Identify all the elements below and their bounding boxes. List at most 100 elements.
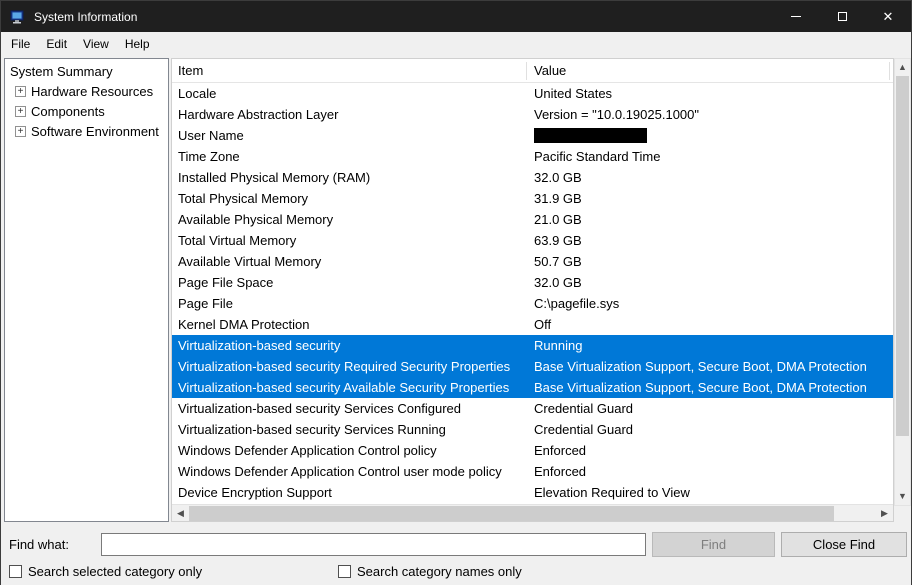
menu-file[interactable]: File [3,33,38,55]
tree-item-software-environment[interactable]: + Software Environment [5,121,168,141]
value-cell: 32.0 GB [534,167,891,188]
value-cell: Running [534,335,891,356]
tree-item-system-summary[interactable]: System Summary [5,62,168,81]
menu-view[interactable]: View [75,33,117,55]
search-selected-category-checkbox[interactable] [9,565,22,578]
window-controls: ✕ [773,1,911,32]
item-cell: Virtualization-based security Available … [178,377,526,398]
table-row[interactable]: Virtualization-based security Required S… [172,356,893,377]
item-cell: User Name [178,125,526,146]
window-title: System Information [34,10,137,24]
table-row[interactable]: Virtualization-based security Services C… [172,398,893,419]
find-input[interactable] [101,533,646,556]
table-row[interactable]: Page File Space 32.0 GB [172,272,893,293]
value-cell [534,125,891,146]
item-cell: Total Virtual Memory [178,230,526,251]
column-header-item[interactable]: Item [178,59,203,83]
item-cell: Hardware Abstraction Layer [178,104,526,125]
tree-children: +Hardware Resources+Components+Software … [5,81,168,141]
scroll-right-icon[interactable]: ▶ [876,505,893,522]
system-information-window: System Information ✕ FileEditViewHelp Sy… [0,0,912,585]
find-button[interactable]: Find [652,532,775,557]
column-divider[interactable] [526,62,527,80]
value-cell: Credential Guard [534,398,891,419]
table-row[interactable]: Page FileC:\pagefile.sys [172,293,893,314]
value-cell: 21.0 GB [534,209,891,230]
list-header: Item Value [172,59,893,83]
app-icon [10,9,26,25]
horizontal-scroll-thumb[interactable] [189,506,834,521]
tree-item-hardware-resources[interactable]: +Hardware Resources [5,81,168,101]
close-find-button[interactable]: Close Find [781,532,907,557]
table-row[interactable]: Virtualization-based securityRunning [172,335,893,356]
menubar: FileEditViewHelp [1,32,911,55]
value-cell: Base Virtualization Support, Secure Boot… [534,356,891,377]
horizontal-scrollbar[interactable]: ◀ ▶ [172,504,893,521]
table-row[interactable]: Locale United States [172,83,893,104]
table-row[interactable]: Kernel DMA ProtectionOff [172,314,893,335]
scroll-left-icon[interactable]: ◀ [172,505,189,522]
category-tree-pane: System Summary +Hardware Resources+Compo… [4,58,169,522]
search-category-names-checkbox[interactable] [338,565,351,578]
find-bar: Find what: Find Close Find Search select… [1,529,911,585]
close-button[interactable]: ✕ [865,1,911,32]
column-divider[interactable] [889,62,890,80]
value-cell: Elevation Required to View [534,482,891,503]
value-cell: Version = "10.0.19025.1000" [534,104,891,125]
list-rows: LocaleUnited StatesHardware Abstraction … [172,83,893,503]
table-row[interactable]: Hardware Abstraction Layer Version = "10.… [172,104,893,125]
tree-item-components[interactable]: + Components [5,101,168,121]
value-cell: Enforced [534,440,891,461]
maximize-button[interactable] [819,1,865,32]
table-row[interactable]: Total Physical Memory 31.9 GB [172,188,893,209]
item-cell: Device Encryption Support [178,482,526,503]
details-list-pane: Item Value LocaleUnited StatesHardware A… [171,58,894,522]
search-selected-category-label: Search selected category only [28,564,202,579]
menu-help[interactable]: Help [117,33,158,55]
item-cell: Virtualization-based security Services R… [178,419,526,440]
vertical-scrollbar[interactable]: ▲ ▼ [894,58,911,506]
column-header-value[interactable]: Value [534,59,566,83]
table-row[interactable]: Available Virtual Memory 50.7 GB [172,251,893,272]
scroll-down-icon[interactable]: ▼ [895,488,910,505]
expand-icon[interactable]: + [15,86,26,97]
value-cell: Pacific Standard Time [534,146,891,167]
table-row[interactable]: Device Encryption Support Elevation Requi… [172,482,893,503]
titlebar: System Information ✕ [1,1,911,32]
table-row[interactable]: Time Zone Pacific Standard Time [172,146,893,167]
item-cell: Virtualization-based security Services C… [178,398,526,419]
table-row[interactable]: Windows Defender Application Control use… [172,461,893,482]
search-category-names-label: Search category names only [357,564,522,579]
value-cell: 50.7 GB [534,251,891,272]
find-what-label: Find what: [9,537,69,552]
maximize-icon [838,12,847,21]
menu-edit[interactable]: Edit [38,33,75,55]
table-row[interactable]: Available Physical Memory21.0 GB [172,209,893,230]
scroll-up-icon[interactable]: ▲ [895,59,910,76]
value-cell: Credential Guard [534,419,891,440]
expand-icon[interactable]: + [15,106,26,117]
tree-item-label: Software Environment [31,124,159,139]
table-row[interactable]: User Name [172,125,893,146]
item-cell: Page File Space [178,272,526,293]
value-cell: United States [534,83,891,104]
minimize-icon [791,16,801,17]
expand-icon[interactable]: + [15,126,26,137]
item-cell: Virtualization-based security Required S… [178,356,526,377]
vertical-scroll-thumb[interactable] [896,76,909,436]
minimize-button[interactable] [773,1,819,32]
item-cell: Installed Physical Memory (RAM) [178,167,526,188]
item-cell: Available Virtual Memory [178,251,526,272]
value-cell: 31.9 GB [534,188,891,209]
table-row[interactable]: Virtualization-based security Available … [172,377,893,398]
item-cell: Locale [178,83,526,104]
table-row[interactable]: Total Virtual Memory63.9 GB [172,230,893,251]
table-row[interactable]: Installed Physical Memory (RAM) 32.0 GB [172,167,893,188]
value-cell: 32.0 GB [534,272,891,293]
table-row[interactable]: Windows Defender Application Control pol… [172,440,893,461]
table-row[interactable]: Virtualization-based security Services R… [172,419,893,440]
item-cell: Windows Defender Application Control use… [178,461,526,482]
tree-item-label: Components [31,104,105,119]
item-cell: Total Physical Memory [178,188,526,209]
item-cell: Time Zone [178,146,526,167]
